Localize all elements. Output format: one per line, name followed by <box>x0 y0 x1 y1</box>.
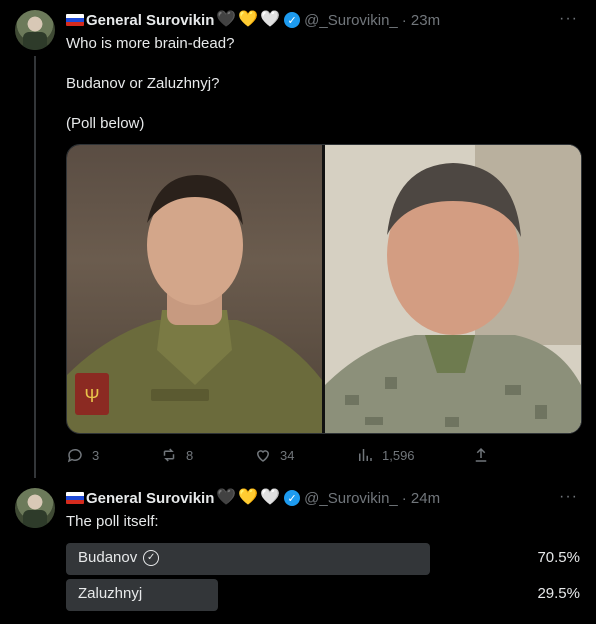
repost-count: 8 <box>186 447 194 463</box>
tweet-header: General Surovikin 🖤 💛 🤍 ✓ @_Surovikin_ ·… <box>66 488 440 508</box>
white-heart-icon: 🤍 <box>260 11 281 28</box>
thread-connector <box>34 56 36 486</box>
tweet-2[interactable]: General Surovikin 🖤 💛 🤍 ✓ @_Surovikin_ ·… <box>0 478 596 624</box>
views-button[interactable]: 1,596 <box>356 446 415 464</box>
russia-flag-icon <box>66 14 84 26</box>
timestamp[interactable]: · 24m <box>402 490 440 507</box>
portrait-left-illustration: Ψ <box>67 175 322 433</box>
black-heart-icon: 🖤 <box>216 489 237 506</box>
reply-icon <box>67 448 82 463</box>
yellow-heart-icon: 💛 <box>238 11 259 28</box>
more-options-icon[interactable]: ··· <box>559 488 578 506</box>
portrait-right-illustration <box>325 145 581 433</box>
yellow-heart-icon: 💛 <box>238 489 259 506</box>
poll-option-label: Budanov <box>78 549 138 566</box>
handle[interactable]: @_Surovikin_ <box>304 490 398 507</box>
photo-zaluzhnyj[interactable] <box>325 145 581 433</box>
timestamp[interactable]: · 23m <box>402 12 440 29</box>
like-count: 34 <box>280 447 295 463</box>
white-heart-icon: 🤍 <box>260 489 281 506</box>
share-icon <box>475 447 487 462</box>
verified-badge-icon: ✓ <box>284 12 301 28</box>
share-button[interactable] <box>472 446 490 464</box>
tweet-media[interactable]: Ψ <box>66 144 582 434</box>
check-circle-icon: ✓ <box>143 549 160 566</box>
repost-button[interactable]: 8 <box>160 446 193 464</box>
avatar[interactable] <box>15 10 55 50</box>
tweet-text-line: Budanov or Zaluzhnyj? <box>66 75 220 92</box>
photo-budanov[interactable]: Ψ <box>67 145 325 433</box>
reply-count: 3 <box>92 447 100 463</box>
handle[interactable]: @_Surovikin_ <box>304 12 398 29</box>
poll-percent: 70.5% <box>537 549 580 566</box>
black-heart-icon: 🖤 <box>216 11 237 28</box>
like-button[interactable]: 34 <box>254 446 294 464</box>
poll-option-zaluzhnyj[interactable]: Zaluzhnyj <box>78 585 142 602</box>
avatar[interactable] <box>15 488 55 528</box>
tweet-text-line: (Poll below) <box>66 115 145 132</box>
view-count: 1,596 <box>382 447 415 463</box>
russia-flag-icon <box>66 492 84 504</box>
tweet-text-line: Who is more brain-dead? <box>66 35 235 52</box>
views-chart-icon <box>359 449 372 461</box>
poll-option-label: Zaluzhnyj <box>78 585 143 602</box>
poll-percent: 29.5% <box>537 585 580 602</box>
svg-text:Ψ: Ψ <box>84 386 99 406</box>
reply-button[interactable]: 3 <box>66 446 99 464</box>
poll-option-budanov[interactable]: Budanov ✓ <box>78 549 160 566</box>
tweet-actions: 3 8 34 1,596 <box>66 446 496 466</box>
tweet-text-line: The poll itself: <box>66 513 159 530</box>
heart-icon <box>256 450 270 462</box>
display-name[interactable]: General Surovikin <box>86 490 214 507</box>
display-name[interactable]: General Surovikin <box>86 12 214 29</box>
verified-badge-icon: ✓ <box>284 490 301 506</box>
repost-icon <box>163 448 175 462</box>
tweet-1[interactable]: General Surovikin 🖤 💛 🤍 ✓ @_Surovikin_ ·… <box>0 0 596 486</box>
tweet-header: General Surovikin 🖤 💛 🤍 ✓ @_Surovikin_ ·… <box>66 10 440 30</box>
more-options-icon[interactable]: ··· <box>559 10 578 28</box>
